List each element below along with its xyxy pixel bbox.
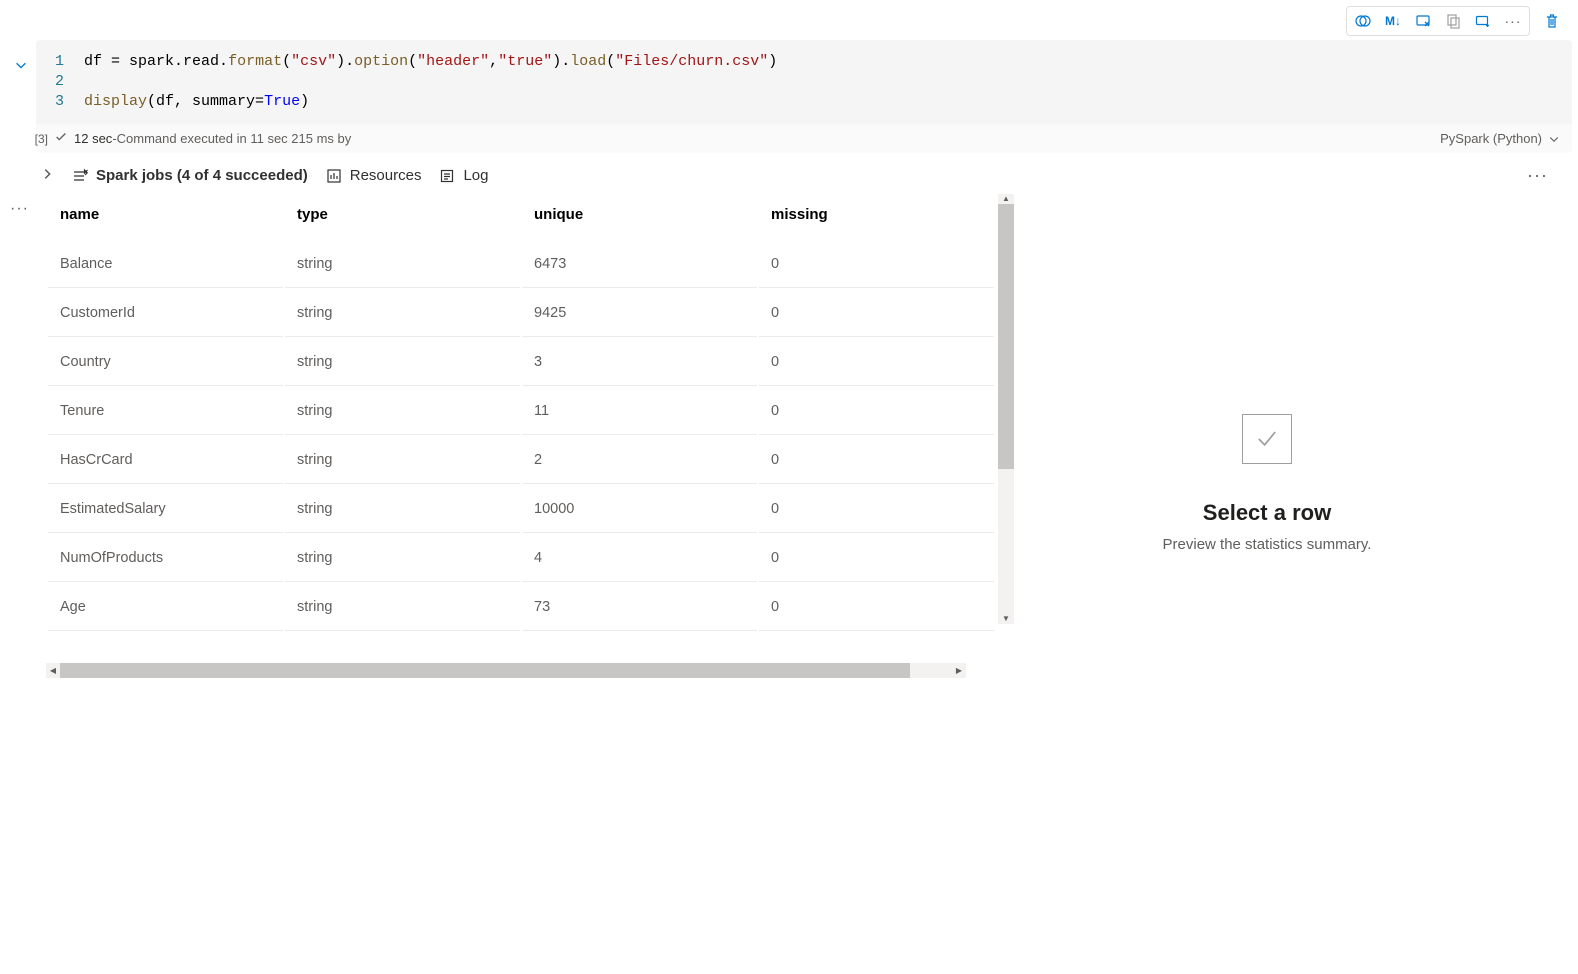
line-number: 2: [44, 72, 84, 92]
exec-time: 12 sec: [74, 131, 112, 146]
log-label: Log: [463, 167, 488, 184]
scroll-down-icon[interactable]: ▼: [1002, 614, 1010, 624]
cell-type: string: [285, 339, 520, 386]
table-row[interactable]: CustomerIdstring94250: [48, 290, 994, 337]
cell-name: EstimatedSalary: [48, 486, 283, 533]
cell-unique: 73: [522, 584, 757, 631]
cell-unique: 6473: [522, 241, 757, 288]
scroll-up-icon[interactable]: ▲: [1002, 194, 1010, 204]
code-cell: 1 df = spark.read.format("csv").option("…: [0, 40, 1578, 153]
result-panel: name type unique missing Balancestring64…: [0, 194, 1578, 633]
header-type[interactable]: type: [285, 196, 520, 239]
cell-type: string: [285, 241, 520, 288]
cell-missing: 0: [759, 290, 994, 337]
header-name[interactable]: name: [48, 196, 283, 239]
insert-cell-icon[interactable]: [1469, 9, 1497, 33]
line-number: 1: [44, 52, 84, 72]
cell-unique: 3: [522, 339, 757, 386]
resources-button[interactable]: Resources: [326, 167, 422, 184]
code-line-1: df = spark.read.format("csv").option("he…: [84, 52, 777, 72]
horizontal-scrollbar[interactable]: ◀ ▶: [46, 663, 966, 678]
cell-unique: 4: [522, 535, 757, 582]
table-row[interactable]: HasCrCardstring20: [48, 437, 994, 484]
line-number: 3: [44, 92, 84, 112]
table-row[interactable]: Countrystring30: [48, 339, 994, 386]
header-missing[interactable]: missing: [759, 196, 994, 239]
cell-type: string: [285, 584, 520, 631]
cell-type: string: [285, 437, 520, 484]
output-toolbar: Spark jobs (4 of 4 succeeded) Resources …: [0, 153, 1578, 194]
cell-missing: 0: [759, 241, 994, 288]
convert-markdown-button[interactable]: M↓: [1379, 9, 1407, 33]
cell-more-icon[interactable]: ···: [1499, 9, 1527, 33]
delete-cell-icon[interactable]: [1538, 9, 1566, 33]
language-label: PySpark (Python): [1440, 131, 1542, 146]
cell-type: string: [285, 535, 520, 582]
preview-check-icon: [1242, 414, 1292, 464]
scroll-left-icon[interactable]: ◀: [46, 666, 60, 675]
cell-name: CustomerId: [48, 290, 283, 337]
cell-unique: 10000: [522, 486, 757, 533]
cell-unique: 2: [522, 437, 757, 484]
cell-name: NumOfProducts: [48, 535, 283, 582]
cell-name: Country: [48, 339, 283, 386]
code-line-3: display(df, summary=True): [84, 92, 309, 112]
cell-name: HasCrCard: [48, 437, 283, 484]
language-selector[interactable]: PySpark (Python): [1440, 131, 1560, 146]
cell-unique: 11: [522, 388, 757, 435]
table-row[interactable]: Agestring730: [48, 584, 994, 631]
table-row[interactable]: EstimatedSalarystring100000: [48, 486, 994, 533]
table-header-row: name type unique missing: [48, 196, 994, 239]
cell-name: Balance: [48, 241, 283, 288]
expand-output-icon[interactable]: [40, 167, 54, 184]
cell-toolbar-group: M↓ ···: [1346, 6, 1530, 36]
success-check-icon: [54, 130, 68, 147]
log-button[interactable]: Log: [439, 167, 488, 184]
cell-index: [3]: [22, 132, 48, 146]
data-wrangler-icon[interactable]: [1349, 9, 1377, 33]
cell-toolbar: M↓ ···: [0, 0, 1578, 40]
cell-type: string: [285, 486, 520, 533]
spark-jobs-button[interactable]: Spark jobs (4 of 4 succeeded): [72, 167, 308, 184]
preview-panel: Select a row Preview the statistics summ…: [996, 194, 1578, 633]
cell-status-bar: [3] 12 sec - Command executed in 11 sec …: [36, 124, 1572, 153]
exec-detail: Command executed in 11 sec 215 ms by: [117, 131, 352, 146]
scroll-right-icon[interactable]: ▶: [952, 666, 966, 675]
resources-label: Resources: [350, 167, 422, 184]
header-unique[interactable]: unique: [522, 196, 757, 239]
summary-table: name type unique missing Balancestring64…: [46, 194, 996, 633]
scroll-thumb[interactable]: [998, 204, 1014, 469]
vertical-scrollbar[interactable]: ▲ ▼: [998, 194, 1014, 624]
cell-missing: 0: [759, 388, 994, 435]
left-gutter-more-icon[interactable]: ···: [10, 200, 29, 218]
cell-missing: 0: [759, 584, 994, 631]
table-row[interactable]: NumOfProductsstring40: [48, 535, 994, 582]
spark-jobs-label: Spark jobs (4 of 4 succeeded): [96, 167, 308, 184]
summary-table-wrap: name type unique missing Balancestring64…: [46, 194, 996, 633]
table-row[interactable]: Balancestring64730: [48, 241, 994, 288]
cell-name: Tenure: [48, 388, 283, 435]
copy-cell-icon[interactable]: [1439, 9, 1467, 33]
cell-missing: 0: [759, 437, 994, 484]
cell-missing: 0: [759, 535, 994, 582]
scroll-thumb[interactable]: [60, 663, 910, 678]
delete-output-icon[interactable]: [1409, 9, 1437, 33]
cell-missing: 0: [759, 486, 994, 533]
code-editor[interactable]: 1 df = spark.read.format("csv").option("…: [36, 40, 1572, 124]
preview-subtitle: Preview the statistics summary.: [1163, 536, 1372, 553]
cell-name: Age: [48, 584, 283, 631]
cell-type: string: [285, 388, 520, 435]
table-row[interactable]: Tenurestring110: [48, 388, 994, 435]
preview-title: Select a row: [1203, 500, 1331, 526]
cell-type: string: [285, 290, 520, 337]
cell-unique: 9425: [522, 290, 757, 337]
output-more-icon[interactable]: ···: [1527, 165, 1548, 186]
cell-missing: 0: [759, 339, 994, 386]
